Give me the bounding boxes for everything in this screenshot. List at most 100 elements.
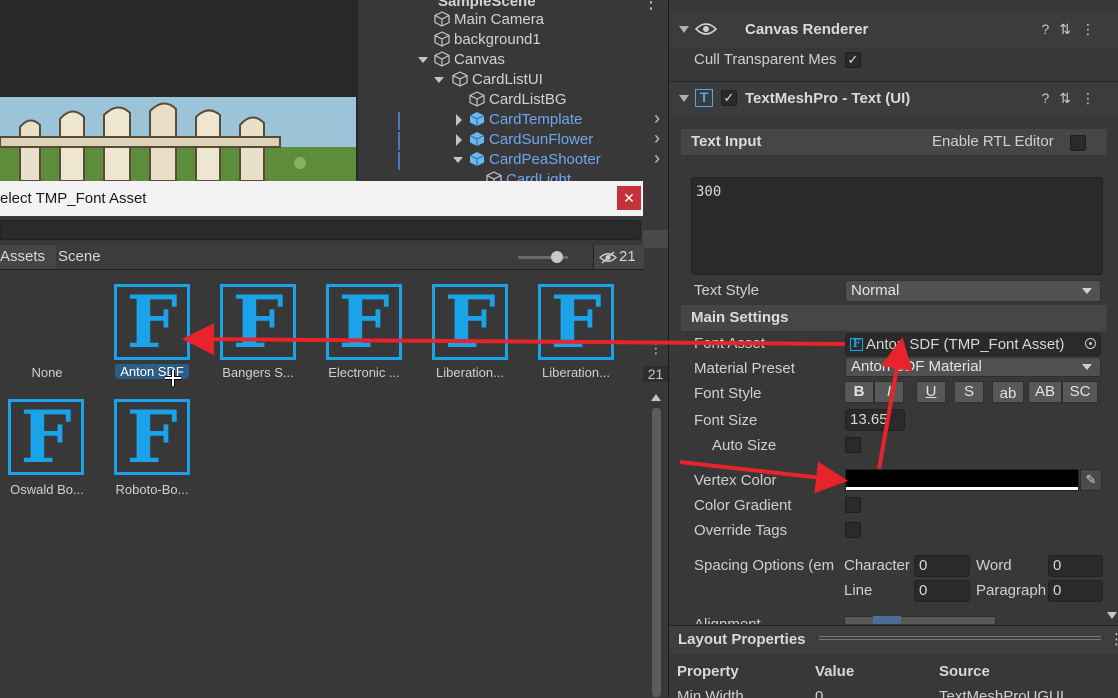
scene-label: SampleScene [438,0,536,10]
expand-arrow-icon[interactable] [434,75,444,85]
collapse-arrow-icon[interactable] [454,134,464,146]
font-asset-label[interactable]: Bangers S... [208,365,308,380]
italic-button[interactable]: I [874,381,904,403]
font-asset-icon[interactable]: F [538,281,614,363]
tmp-enabled-checkbox[interactable]: ✓ [721,90,737,106]
hierarchy-item-cardpeashooter[interactable]: CardPeaShooter [469,150,601,170]
chevron-right-icon[interactable]: › [654,128,660,149]
font-asset-icon[interactable]: F [432,281,508,363]
font-asset-label: Font Asset [694,335,765,352]
font-asset-icon[interactable]: F [8,394,84,479]
material-preset-dropdown[interactable]: Anton SDF Material [845,357,1101,377]
material-preset-label: Material Preset [694,360,795,377]
collapse-arrow-icon[interactable] [679,26,689,34]
hierarchy-item-label: background1 [454,31,541,48]
font-asset-icon[interactable]: F [114,279,190,364]
hierarchy-item-cardlistui[interactable]: CardListUI [452,70,543,90]
layout-properties-header[interactable]: Layout Properties ⋮ [669,626,1118,654]
scrollbar-thumb[interactable] [643,230,668,248]
chevron-right-icon[interactable]: › [654,148,660,169]
scene-menu-icon[interactable]: ⋮ [642,0,660,13]
paragraph-spacing-input[interactable]: 0 [1048,580,1103,602]
object-picker-icon[interactable] [1085,338,1096,349]
prefab-icon [469,132,485,146]
hierarchy-item-background1[interactable]: background1 [434,30,541,50]
hierarchy-item-cardsunflower[interactable]: CardSunFlower [469,130,593,150]
field-value: 0 [919,582,928,599]
font-asset-icon[interactable]: F [220,279,296,364]
font-letter: F [20,394,72,479]
hierarchy-item-label: Canvas [454,51,505,68]
lowercase-button[interactable]: ab [992,381,1024,403]
close-button[interactable]: ✕ [617,186,641,210]
drag-handle[interactable] [819,636,1101,640]
font-asset-label[interactable]: Oswald Bo... [0,482,97,497]
font-size-value: 13.65 [850,411,888,428]
asset-none-label[interactable]: None [0,365,97,380]
collapse-arrow-icon[interactable] [679,95,689,103]
more-options-icon[interactable]: ⋮ [649,340,663,357]
search-input[interactable] [0,220,641,240]
hidden-count-toggle[interactable]: 21 [593,245,644,269]
tmp-component-header[interactable]: T ✓ TextMeshPro - Text (UI) ?⇅⋮ [669,81,1118,115]
check-icon: ✓ [847,52,859,67]
field-value: 0 [1053,557,1062,574]
underline-button[interactable]: U [916,381,946,403]
align-center-button[interactable] [873,616,901,624]
hierarchy-item-canvas[interactable]: Canvas [434,50,505,70]
more-options-icon[interactable]: ⋮ [1109,630,1118,648]
font-asset-label[interactable]: Electronic ... [314,365,414,380]
hierarchy-item-cardlight[interactable]: CardLight [486,170,571,181]
component-header-icons[interactable]: ?⇅⋮ [1041,90,1105,107]
text-style-dropdown[interactable]: Normal [845,280,1101,302]
enable-rtl-checkbox[interactable] [1070,135,1086,151]
gameobject-icon [434,51,450,67]
font-letter: F [126,279,178,364]
canvas-renderer-header[interactable]: Canvas Renderer ?⇅⋮ [669,14,1118,48]
smallcaps-button[interactable]: SC [1062,381,1098,403]
font-asset-icon[interactable]: F [114,396,190,478]
scroll-down-icon[interactable] [1107,612,1117,620]
collapse-arrow-icon[interactable] [454,114,464,126]
text-input-area[interactable]: 300 [691,177,1103,275]
alignment-buttons[interactable] [844,616,996,624]
line-spacing-input[interactable]: 0 [914,580,970,602]
override-tags-checkbox[interactable] [845,522,861,538]
auto-size-checkbox[interactable] [845,437,861,453]
scroll-up-icon[interactable] [651,393,661,401]
font-letter: F [232,279,284,364]
hierarchy-item-cardlistbg[interactable]: CardListBG [469,90,567,110]
hierarchy-item-cardtemplate[interactable]: CardTemplate [469,110,582,130]
font-asset-label[interactable]: Roboto-Bo... [102,482,202,497]
line-spacing-label: Line [844,582,873,599]
tab-assets[interactable]: Assets [0,245,56,269]
uppercase-button[interactable]: AB [1028,381,1062,403]
hierarchy-item-label: CardSunFlower [489,131,594,148]
chevron-right-icon[interactable]: › [654,108,660,129]
expand-arrow-icon[interactable] [418,55,428,65]
column-header-value: Value [815,663,855,680]
font-asset-icon[interactable]: F [326,281,402,363]
zoom-slider-handle[interactable] [551,251,563,263]
alpha-bar [846,487,1078,490]
font-asset-label[interactable]: Liberation... [526,365,626,380]
font-size-input[interactable]: 13.65 [845,409,905,431]
font-asset-label[interactable]: Liberation... [420,365,520,380]
dialog-tabs: Assets Scene 21 [0,245,644,270]
vertical-scrollbar[interactable] [652,408,661,697]
tab-label: Assets [0,248,46,265]
component-header-icons[interactable]: ?⇅⋮ [1041,21,1105,38]
eyedropper-icon[interactable]: ✎ [1080,469,1102,491]
word-spacing-input[interactable]: 0 [1048,555,1103,577]
vertex-color-swatch[interactable] [845,469,1079,491]
character-spacing-input[interactable]: 0 [914,555,970,577]
hierarchy-item-main-camera[interactable]: Main Camera [434,10,544,30]
tab-scene[interactable]: Scene [58,245,107,269]
fence-illustration [0,97,356,181]
strikethrough-button[interactable]: S [954,381,984,403]
bold-button[interactable]: B [844,381,874,403]
color-gradient-checkbox[interactable] [845,497,861,513]
cull-transparent-checkbox[interactable]: ✓ [845,52,861,68]
expand-arrow-icon[interactable] [453,155,463,165]
font-asset-field[interactable]: F Anton SDF (TMP_Font Asset) [845,333,1101,356]
